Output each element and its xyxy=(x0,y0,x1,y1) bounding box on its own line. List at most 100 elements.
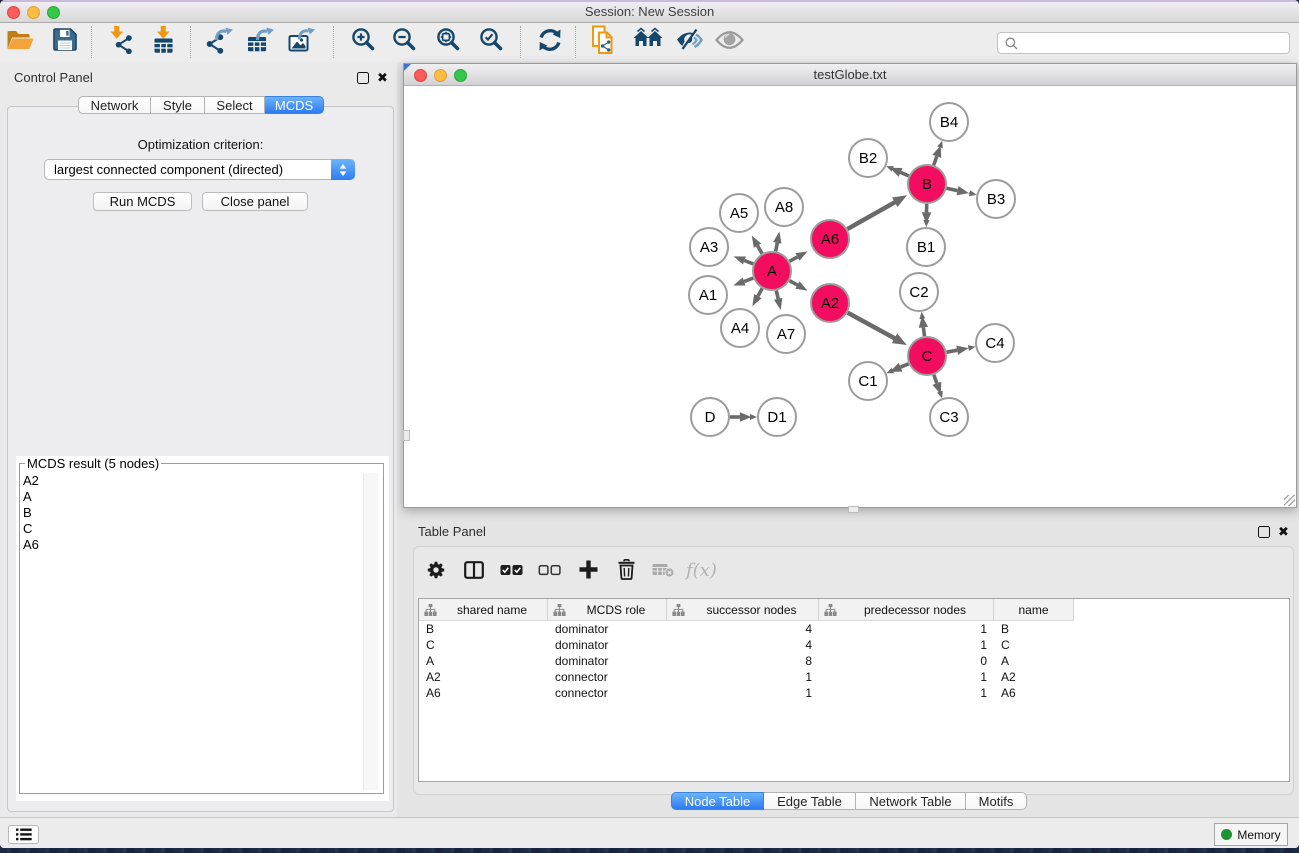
cell-MCDS-role: dominator xyxy=(548,654,667,668)
cell-shared-name: A xyxy=(419,654,548,668)
node-label: B1 xyxy=(917,239,935,256)
import-table-button[interactable] xyxy=(151,28,178,56)
open-session-button[interactable] xyxy=(6,28,35,56)
network-window-titlebar[interactable]: testGlobe.txt xyxy=(404,64,1296,86)
memory-button[interactable]: Memory xyxy=(1214,823,1288,846)
node-label: D xyxy=(705,409,716,426)
apply-layout-button[interactable] xyxy=(537,28,563,56)
zoom-in-button[interactable] xyxy=(350,28,377,56)
save-session-button[interactable] xyxy=(52,28,78,56)
memory-label: Memory xyxy=(1237,828,1280,842)
table-options-button[interactable] xyxy=(418,559,454,585)
network-window-title: testGlobe.txt xyxy=(404,67,1296,82)
tab-network-table[interactable]: Network Table xyxy=(856,792,966,810)
tab-mcds[interactable]: MCDS xyxy=(265,96,324,114)
node-label: B xyxy=(922,176,932,193)
select-all-rows-button[interactable] xyxy=(494,559,530,585)
zoom-selected-icon xyxy=(478,26,505,58)
export-table-button[interactable] xyxy=(247,28,276,56)
node-label: A xyxy=(767,263,777,280)
cell-successor-nodes: 1 xyxy=(667,670,819,684)
tab-motifs[interactable]: Motifs xyxy=(966,792,1027,810)
column-header-predecessor-nodes[interactable]: predecessor nodes xyxy=(819,599,994,621)
zoom-fit-icon xyxy=(435,26,462,58)
search-input[interactable] xyxy=(997,32,1290,54)
zoom-fit-button[interactable] xyxy=(435,28,462,56)
split-panel-button[interactable] xyxy=(456,559,492,585)
task-history-button[interactable] xyxy=(8,825,39,844)
delete-columns-button[interactable] xyxy=(608,559,644,585)
table-row[interactable]: Cdominator41C xyxy=(419,637,1289,653)
resize-grip-icon[interactable] xyxy=(1284,495,1295,506)
table-row[interactable]: A6connector11A6 xyxy=(419,685,1289,701)
tab-select[interactable]: Select xyxy=(205,96,265,114)
tab-network[interactable]: Network xyxy=(78,96,151,114)
dropdown-value: largest connected component (directed) xyxy=(54,162,283,177)
result-item[interactable]: A xyxy=(23,489,39,505)
delete-table-button[interactable] xyxy=(645,559,681,585)
show-selected-icon xyxy=(715,29,744,56)
zoom-selected-button[interactable] xyxy=(478,28,505,56)
node-label: A7 xyxy=(777,326,795,343)
cell-name: A6 xyxy=(994,686,1074,700)
horizontal-scroll-nub[interactable] xyxy=(848,506,859,513)
float-table-panel-icon[interactable] xyxy=(1258,526,1270,538)
column-header-name[interactable]: name xyxy=(994,599,1074,621)
network-view-window: testGlobe.txt AA6A2BCA5A8A3A1A4A7B4B2B3B… xyxy=(403,63,1297,508)
mcds-result-group: MCDS result (5 nodes) A2ABCA6 xyxy=(16,456,389,801)
result-scrollbar[interactable] xyxy=(363,473,378,790)
export-network-button[interactable] xyxy=(206,28,235,56)
optimization-criterion-select[interactable]: largest connected component (directed) xyxy=(44,159,355,180)
create-column-button[interactable] xyxy=(570,559,606,585)
tab-style[interactable]: Style xyxy=(151,96,205,114)
cell-predecessor-nodes: 0 xyxy=(819,654,994,668)
close-panel-icon[interactable]: ✖ xyxy=(377,73,388,83)
svg-text:f(x): f(x) xyxy=(684,560,717,581)
toolbar-separator xyxy=(190,26,191,58)
export-network-icon xyxy=(206,26,235,59)
show-all-networks-button[interactable] xyxy=(633,28,664,56)
show-selected-button[interactable] xyxy=(715,28,744,56)
node-label: A1 xyxy=(699,287,717,304)
table-row[interactable]: Adominator80A xyxy=(419,653,1289,669)
duplicate-network-button[interactable] xyxy=(590,28,619,56)
application-window: Session: New Session xyxy=(0,0,1299,848)
result-item[interactable]: A2 xyxy=(23,473,39,489)
cell-predecessor-nodes: 1 xyxy=(819,686,994,700)
deselect-all-rows-button[interactable] xyxy=(532,559,568,585)
table-panel-container: f(x) shared name MCDS role successor nod… xyxy=(413,546,1294,795)
result-item[interactable]: B xyxy=(23,505,39,521)
vertical-scroll-nub[interactable] xyxy=(403,430,410,441)
toolbar-separator xyxy=(91,26,92,58)
table-row[interactable]: Bdominator41B xyxy=(419,621,1289,637)
frame-focus-corner xyxy=(404,64,411,71)
close-table-panel-icon[interactable]: ✖ xyxy=(1278,527,1289,537)
zoom-out-button[interactable] xyxy=(391,28,418,56)
function-builder-button[interactable]: f(x) xyxy=(683,559,719,585)
column-type-icon xyxy=(553,604,566,616)
result-item[interactable]: A6 xyxy=(23,537,39,553)
result-item[interactable]: C xyxy=(23,521,39,537)
column-header-MCDS-role[interactable]: MCDS role xyxy=(548,599,667,621)
tab-edge-table[interactable]: Edge Table xyxy=(764,792,856,810)
column-header-successor-nodes[interactable]: successor nodes xyxy=(667,599,819,621)
mcds-result-list[interactable]: A2ABCA6 xyxy=(23,473,39,553)
table-row[interactable]: A2connector11A2 xyxy=(419,669,1289,685)
zoom-in-icon xyxy=(350,26,377,58)
run-mcds-button[interactable]: Run MCDS xyxy=(93,192,192,211)
hide-selected-button[interactable] xyxy=(676,28,704,56)
cell-MCDS-role: dominator xyxy=(548,638,667,652)
close-panel-button[interactable]: Close panel xyxy=(202,192,308,211)
export-image-button[interactable] xyxy=(288,28,317,56)
network-canvas[interactable]: AA6A2BCA5A8A3A1A4A7B4B2B3B1C2C4C1C3DD1 xyxy=(404,86,1296,507)
export-image-icon xyxy=(288,26,317,59)
column-header-shared-name[interactable]: shared name xyxy=(419,599,548,621)
search-icon xyxy=(1005,37,1018,50)
float-panel-icon[interactable] xyxy=(357,72,369,84)
table-body: Bdominator41BCdominator41CAdominator80AA… xyxy=(419,621,1289,701)
cell-name: C xyxy=(994,638,1074,652)
tab-node-table[interactable]: Node Table xyxy=(671,792,764,810)
node-label: A8 xyxy=(775,199,793,216)
import-network-button[interactable] xyxy=(107,28,134,56)
cell-name: A2 xyxy=(994,670,1074,684)
